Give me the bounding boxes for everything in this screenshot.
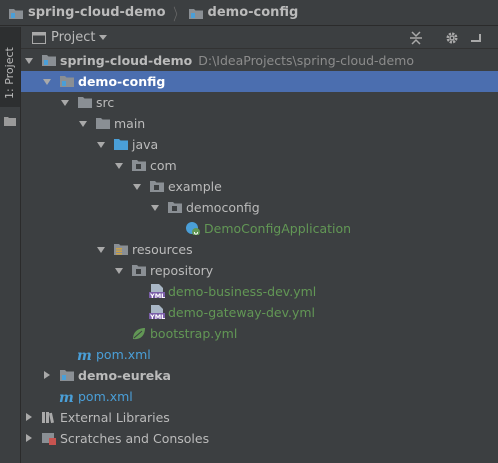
collapse-all-button[interactable]	[407, 29, 425, 47]
yml-file-icon: YML	[149, 284, 165, 298]
tree-item-label: demo-config	[78, 74, 166, 89]
expand-arrow-icon[interactable]	[97, 247, 105, 253]
tree-item-label: main	[114, 116, 146, 131]
tree-item-main[interactable]: main	[21, 113, 498, 134]
spring-boot-class-icon	[186, 222, 200, 235]
tree-item-label: DemoConfigApplication	[204, 221, 352, 236]
scratches-icon	[42, 433, 56, 445]
svg-text:YML: YML	[149, 313, 165, 319]
breadcrumb-item-project[interactable]: spring-cloud-demo	[0, 0, 170, 26]
source-folder-icon	[114, 139, 128, 150]
breadcrumb-separator: 〉	[172, 4, 183, 24]
gear-icon	[446, 32, 458, 44]
tree-item-business-yml[interactable]: YML demo-business-dev.yml	[21, 281, 498, 302]
yml-file-icon: YML	[149, 305, 165, 319]
library-icon	[42, 412, 54, 424]
tree-item-label: spring-cloud-demo	[60, 53, 193, 68]
module-folder-icon	[60, 370, 74, 381]
tree-item-label: example	[168, 179, 222, 194]
tree-item-repository[interactable]: repository	[21, 260, 498, 281]
breadcrumb-label: demo-config	[207, 5, 299, 20]
tree-item-label: demo-eureka	[78, 368, 171, 383]
expand-arrow-icon[interactable]	[44, 371, 50, 379]
tree-item-label: pom.xml	[78, 389, 133, 404]
tree-item-config-pom[interactable]: m pom.xml	[21, 344, 498, 365]
expand-arrow-icon[interactable]	[43, 79, 51, 85]
package-icon	[132, 160, 146, 171]
tree-item-label: src	[96, 95, 115, 110]
project-view-selector[interactable]: Project	[51, 30, 95, 45]
package-icon	[150, 181, 164, 192]
tree-item-label: demo-business-dev.yml	[168, 284, 317, 299]
project-tree: spring-cloud-demo D:\IdeaProjects\spring-…	[21, 50, 498, 463]
tree-item-java[interactable]: java	[21, 134, 498, 155]
breadcrumb-item-module[interactable]: demo-config	[188, 0, 303, 26]
tree-item-src[interactable]: src	[21, 92, 498, 113]
module-folder-icon	[60, 76, 74, 87]
minimize-icon	[471, 34, 481, 42]
hide-panel-button[interactable]	[467, 29, 485, 47]
tree-item-label: resources	[132, 242, 193, 257]
tree-item-root-pom[interactable]: m pom.xml	[21, 386, 498, 407]
collapse-all-icon	[410, 31, 422, 45]
spring-leaf-icon	[133, 328, 145, 340]
project-panel-header: Project	[21, 27, 498, 49]
folder-icon	[78, 97, 92, 108]
expand-arrow-icon[interactable]	[97, 142, 105, 148]
expand-arrow-icon[interactable]	[26, 413, 32, 421]
tree-item-bootstrap-yml[interactable]: bootstrap.yml	[21, 323, 498, 344]
tree-item-gateway-yml[interactable]: YML demo-gateway-dev.yml	[21, 302, 498, 323]
tree-item-com[interactable]: com	[21, 155, 498, 176]
tree-item-democonfig[interactable]: democonfig	[21, 197, 498, 218]
expand-arrow-icon[interactable]	[115, 163, 123, 169]
project-tool-tab[interactable]: 1: Project	[0, 27, 20, 107]
tree-item-example[interactable]: example	[21, 176, 498, 197]
tree-item-label: democonfig	[186, 200, 260, 215]
package-icon	[168, 202, 182, 213]
tree-item-label: External Libraries	[60, 410, 170, 425]
folder-icon	[96, 118, 110, 129]
maven-icon: m	[77, 348, 92, 361]
tree-item-label: demo-gateway-dev.yml	[168, 305, 316, 320]
tree-item-scratches[interactable]: Scratches and Consoles	[21, 428, 498, 449]
breadcrumb-label: spring-cloud-demo	[28, 5, 166, 20]
chevron-down-icon[interactable]	[99, 35, 107, 40]
tree-item-label: java	[132, 137, 159, 152]
tree-item-label: bootstrap.yml	[150, 326, 238, 341]
project-path: D:\IdeaProjects\spring-cloud-demo	[198, 53, 414, 68]
tree-item-external-libraries[interactable]: External Libraries	[21, 407, 498, 428]
tree-item-label: pom.xml	[96, 347, 151, 362]
tree-item-demo-eureka[interactable]: demo-eureka	[21, 365, 498, 386]
tree-item-demo-config[interactable]: demo-config	[21, 71, 498, 92]
resources-folder-icon	[114, 244, 128, 255]
expand-arrow-icon[interactable]	[26, 434, 32, 442]
svg-text:m: m	[59, 390, 74, 403]
side-tool-strip: 1: Project	[0, 27, 21, 463]
folder-icon	[9, 8, 23, 19]
expand-arrow-icon[interactable]	[133, 184, 141, 190]
tree-item-label: com	[150, 158, 177, 173]
maven-icon: m	[59, 390, 74, 403]
folder-icon	[4, 117, 16, 126]
tree-item-root[interactable]: spring-cloud-demo D:\IdeaProjects\spring-…	[21, 50, 498, 71]
settings-button[interactable]	[443, 29, 461, 47]
tree-item-resources[interactable]: resources	[21, 239, 498, 260]
tree-item-app-class[interactable]: DemoConfigApplication	[21, 218, 498, 239]
module-folder-icon	[188, 8, 203, 19]
svg-text:m: m	[77, 348, 92, 361]
expand-arrow-icon[interactable]	[79, 121, 87, 127]
tree-item-label: Scratches and Consoles	[60, 431, 210, 446]
project-view-icon	[32, 32, 46, 44]
expand-arrow-icon[interactable]	[151, 205, 159, 211]
expand-arrow-icon[interactable]	[25, 58, 33, 64]
tree-item-label: repository	[150, 263, 214, 278]
svg-text:YML: YML	[149, 292, 165, 298]
expand-arrow-icon[interactable]	[61, 100, 69, 106]
expand-arrow-icon[interactable]	[115, 268, 123, 274]
package-icon	[132, 265, 146, 276]
module-folder-icon	[42, 55, 56, 66]
project-tool-tab-label: 1: Project	[3, 47, 16, 99]
breadcrumb: spring-cloud-demo 〉 demo-config	[0, 0, 498, 26]
